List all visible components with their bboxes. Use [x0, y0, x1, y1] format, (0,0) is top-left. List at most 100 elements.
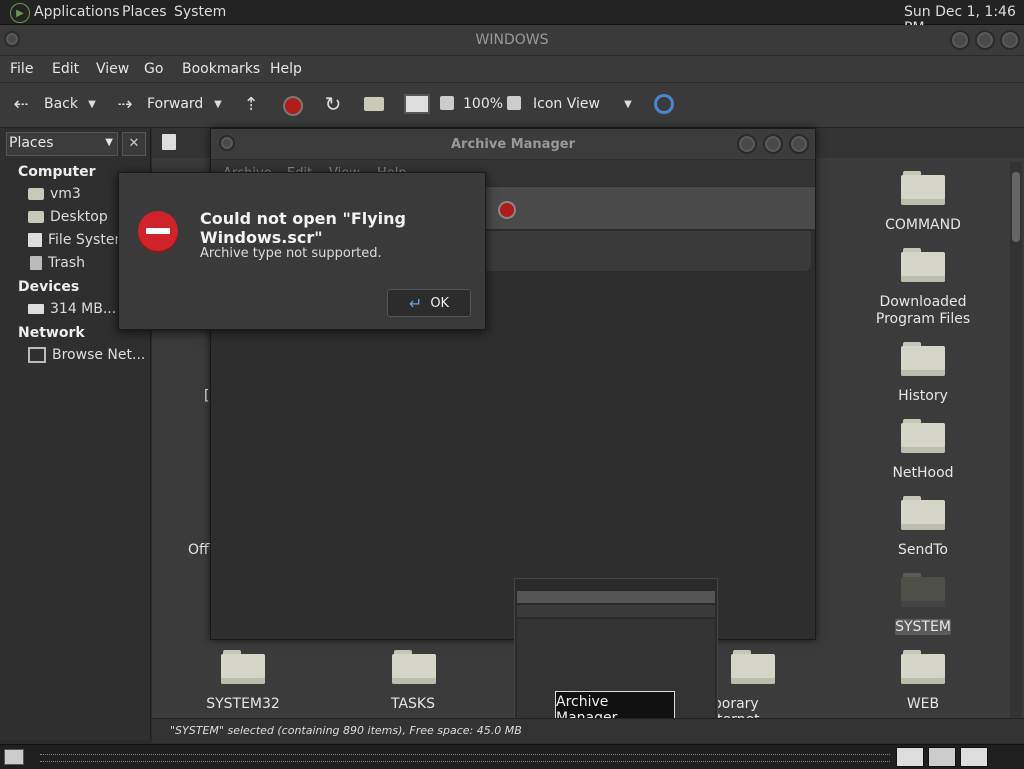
bottom-panel	[0, 744, 1024, 769]
gnome-foot-icon[interactable]: ▶	[10, 3, 30, 23]
folder-label-tasks[interactable]: TASKS	[352, 696, 474, 712]
status-text: "SYSTEM" selected (containing 890 items)…	[170, 724, 522, 737]
menu-view[interactable]: View	[96, 61, 129, 77]
top-panel: ▶ Applications Places System Sun Dec 1, …	[0, 0, 1024, 36]
zoom-in-icon[interactable]	[507, 96, 521, 110]
workspace-2-icon[interactable]	[928, 747, 956, 767]
back-button[interactable]: Back	[44, 96, 78, 112]
menu-go[interactable]: Go	[144, 61, 163, 77]
up-arrow-icon[interactable]: ⇡	[240, 93, 262, 115]
menu-file[interactable]: File	[10, 61, 33, 77]
computer-icon[interactable]	[404, 94, 430, 114]
enter-arrow-icon: ↵	[408, 293, 423, 313]
error-dialog[interactable]: Could not open "Flying Windows.scr" Arch…	[118, 172, 486, 330]
applications-menu[interactable]: Applications	[34, 4, 120, 20]
back-dropdown-icon[interactable]: ▼	[86, 97, 98, 111]
taskbar-window-list[interactable]	[40, 754, 890, 762]
places-menu[interactable]: Places	[122, 4, 167, 20]
notes-icon[interactable]	[162, 134, 176, 150]
system-menu[interactable]: System	[174, 4, 226, 20]
sidebar-item-label: vm3	[50, 186, 81, 202]
trash-icon	[30, 256, 42, 270]
disk-icon	[28, 304, 44, 314]
sidebar-item-label: 314 MB...	[50, 301, 117, 317]
folder-icon[interactable]	[901, 650, 945, 684]
folder-icon[interactable]	[901, 496, 945, 530]
folder-icon[interactable]	[901, 248, 945, 282]
forward-button[interactable]: Forward	[147, 96, 203, 112]
workspace-1-icon[interactable]	[896, 747, 924, 767]
dialog-title: Could not open "Flying Windows.scr"	[200, 209, 406, 247]
folder-label-sendto[interactable]: SendTo	[852, 542, 994, 558]
folder-icon[interactable]	[901, 419, 945, 453]
ok-button-label: OK	[430, 295, 450, 311]
sidebar-item-vm3[interactable]: vm3	[28, 184, 81, 204]
folder-label-system32[interactable]: SYSTEM32	[182, 696, 304, 712]
sidebar-item-trash[interactable]: Trash	[28, 253, 85, 273]
archive-stop-icon[interactable]	[498, 201, 516, 219]
sidebar-item-file-system[interactable]: File System	[28, 230, 128, 250]
reload-icon[interactable]: ↻	[322, 92, 344, 116]
vertical-scrollbar[interactable]	[1010, 162, 1022, 718]
toolbar: ⇠ Back ▼ ⇢ Forward ▼ ⇡ ↻ 100% Icon View …	[0, 83, 1024, 128]
partial-label-left[interactable]: [	[204, 388, 209, 404]
menu-edit[interactable]: Edit	[52, 61, 79, 77]
workspace-3-icon[interactable]	[960, 747, 988, 767]
menubar: File Edit View Go Bookmarks Help	[0, 56, 1024, 82]
view-mode-select[interactable]: Icon View	[533, 96, 600, 112]
scrollbar-thumb[interactable]	[1012, 172, 1020, 242]
archive-minimize-button[interactable]	[737, 134, 757, 154]
folder-label-command[interactable]: COMMAND	[852, 217, 994, 233]
menu-bookmarks[interactable]: Bookmarks	[182, 61, 260, 77]
dialog-message: Archive type not supported.	[200, 246, 382, 261]
maximize-button[interactable]	[975, 30, 995, 50]
folder-label-history[interactable]: History	[852, 388, 994, 404]
menu-help[interactable]: Help	[270, 61, 302, 77]
statusbar: "SYSTEM" selected (containing 890 items)…	[152, 718, 1024, 743]
folder-label-downloaded[interactable]: Downloaded Program Files	[852, 294, 994, 328]
folder-icon[interactable]	[392, 650, 436, 684]
archive-manager-titlebar[interactable]: Archive Manager	[211, 129, 815, 159]
home-icon[interactable]	[364, 97, 384, 111]
forward-arrow-icon[interactable]: ⇢	[114, 94, 136, 115]
zoom-level[interactable]: 100%	[463, 96, 503, 112]
places-combo[interactable]: Places ▼	[6, 132, 118, 156]
ok-button[interactable]: ↵ OK	[387, 289, 471, 317]
folder-icon[interactable]	[731, 650, 775, 684]
folder-label-nethood[interactable]: NetHood	[852, 465, 994, 481]
desktop-folder-icon	[28, 211, 44, 223]
archive-manager-title: Archive Manager	[451, 137, 575, 152]
archive-maximize-button[interactable]	[763, 134, 783, 154]
back-arrow-icon[interactable]: ⇠	[10, 94, 32, 115]
window-title: WINDOWS	[475, 32, 549, 48]
sidebar-item-label: Desktop	[50, 209, 108, 225]
sidebar-heading-computer: Computer	[18, 164, 96, 180]
stop-button-icon[interactable]	[283, 96, 303, 116]
window-titlebar: WINDOWS	[0, 25, 1024, 55]
sidebar-item-browse-network[interactable]: Browse Net...	[28, 345, 145, 365]
preview-toolbar	[517, 591, 715, 603]
search-icon[interactable]	[654, 94, 674, 114]
folder-label-web[interactable]: WEB	[852, 696, 994, 712]
minimize-button[interactable]	[950, 30, 970, 50]
folder-icon[interactable]	[901, 342, 945, 376]
folder-icon[interactable]	[901, 171, 945, 205]
places-combo-label: Places	[9, 135, 54, 151]
folder-icon[interactable]	[221, 650, 265, 684]
close-button[interactable]	[1000, 30, 1020, 50]
show-desktop-icon[interactable]	[4, 749, 24, 765]
sidebar-item-device[interactable]: 314 MB...	[28, 299, 116, 319]
view-mode-dropdown-icon[interactable]: ▼	[622, 97, 634, 111]
sidebar-heading-network: Network	[18, 325, 85, 341]
folder-icon[interactable]	[901, 573, 945, 607]
forward-dropdown-icon[interactable]: ▼	[212, 97, 224, 111]
close-sidebar-icon[interactable]: ✕	[122, 132, 146, 156]
sidebar-item-label: File System	[48, 232, 129, 248]
partial-label-offl[interactable]: Offl	[188, 542, 213, 558]
folder-label-system-selected[interactable]: SYSTEM	[895, 619, 951, 635]
preview-location	[517, 605, 715, 617]
archive-close-button[interactable]	[789, 134, 809, 154]
zoom-out-icon[interactable]	[440, 96, 454, 110]
sidebar-item-label: Trash	[48, 255, 85, 271]
sidebar-item-desktop[interactable]: Desktop	[28, 207, 108, 227]
